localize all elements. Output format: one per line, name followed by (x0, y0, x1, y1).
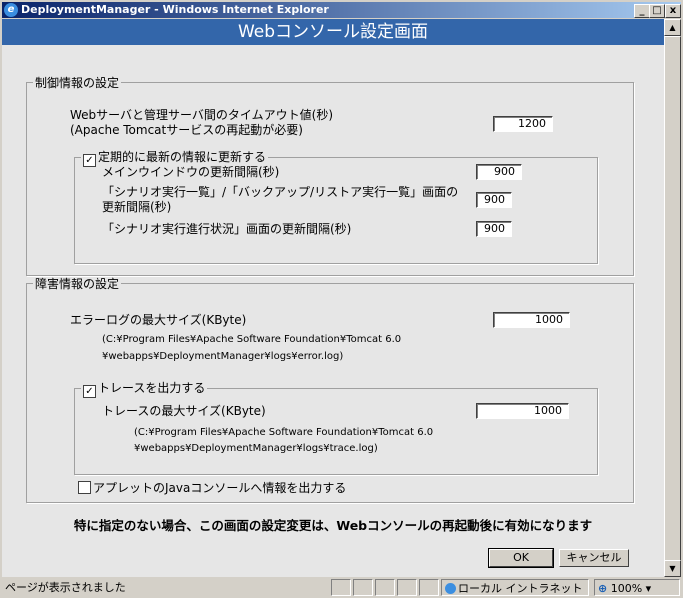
main-window-interval-label: メインウインドウの更新間隔(秒) (102, 165, 280, 179)
title-bar[interactable]: e DeploymentManager - Windows Internet E… (2, 2, 681, 18)
status-panel-4 (397, 579, 417, 596)
browser-window: e DeploymentManager - Windows Internet E… (0, 0, 683, 598)
errorlog-path-line2: ¥webapps¥DeploymentManager¥logs¥error.lo… (102, 351, 344, 362)
trace-path-line1: (C:¥Program Files¥Apache Software Founda… (134, 427, 434, 438)
scenario-progress-interval-label: 「シナリオ実行進行状況」画面の更新間隔(秒) (102, 222, 352, 236)
trace-size-label: トレースの最大サイズ(KByte) (102, 404, 266, 418)
status-panel-1 (331, 579, 351, 596)
scenario-list-interval-input[interactable] (476, 192, 512, 208)
scenario-progress-interval-input[interactable] (476, 221, 512, 237)
zoom-level: 100% (610, 582, 643, 595)
cancel-button[interactable]: キャンセル (559, 549, 629, 567)
trace-checkbox[interactable]: ✓ (83, 385, 96, 398)
timeout-input[interactable] (493, 116, 553, 132)
vertical-scrollbar[interactable]: ▲ ▼ (664, 19, 681, 577)
scenario-list-interval-label-2: 更新間隔(秒) (102, 200, 172, 214)
status-panel-5 (419, 579, 439, 596)
status-panel-3 (375, 579, 395, 596)
zoom-icon: ⊕ (598, 582, 608, 595)
applet-console-option[interactable]: アプレットのJavaコンソールへ情報を出力する (78, 481, 346, 495)
zoom-dropdown-icon[interactable]: ▾ (646, 582, 652, 595)
errorlog-path-line1: (C:¥Program Files¥Apache Software Founda… (102, 334, 402, 345)
security-zone[interactable]: ローカル イントラネット (441, 579, 589, 596)
trace-path-line2: ¥webapps¥DeploymentManager¥logs¥trace.lo… (134, 443, 378, 454)
internet-explorer-icon: e (4, 3, 18, 17)
scenario-list-interval-label: 「シナリオ実行一覧」/「バックアップ/リストア実行一覧」画面の (102, 185, 459, 199)
scroll-up-button[interactable]: ▲ (664, 19, 681, 36)
minimize-button[interactable]: _ (634, 4, 650, 18)
applet-console-checkbox[interactable] (78, 481, 91, 494)
timeout-label: Webサーバと管理サーバ間のタイムアウト値(秒) (70, 108, 334, 122)
timeout-note: (Apache Tomcatサービスの再起動が必要) (70, 123, 303, 137)
ok-button[interactable]: OK (488, 548, 554, 568)
refresh-checkbox[interactable]: ✓ (83, 154, 96, 167)
control-settings-legend: 制御情報の設定 (35, 76, 120, 90)
page-header: Webコンソール設定画面 (2, 19, 664, 45)
errorlog-size-label: エラーログの最大サイズ(KByte) (70, 313, 247, 327)
status-bar: ページが表示されました ローカル イントラネット ⊕ 100% ▾ (0, 578, 683, 598)
trace-size-input[interactable] (476, 403, 569, 419)
security-zone-label: ローカル イントラネット (458, 582, 583, 595)
status-panel-2 (353, 579, 373, 596)
applet-console-label: アプレットのJavaコンソールへ情報を出力する (93, 481, 347, 495)
page-content: Webコンソール設定画面 制御情報の設定 Webサーバと管理サーバ間のタイムアウ… (2, 19, 664, 577)
scroll-thumb[interactable] (664, 36, 681, 561)
close-button[interactable]: x (665, 4, 681, 18)
trace-legend: ✓ トレースを出力する (81, 379, 207, 398)
maximize-button[interactable]: □ (649, 4, 665, 18)
trace-label: トレースを出力する (98, 381, 206, 395)
zoom-control[interactable]: ⊕ 100% ▾ (594, 579, 680, 596)
refresh-label: 定期的に最新の情報に更新する (98, 150, 267, 164)
fault-settings-legend: 障害情報の設定 (35, 277, 120, 291)
errorlog-size-input[interactable] (493, 312, 570, 328)
main-window-interval-input[interactable] (476, 164, 522, 180)
intranet-zone-icon (445, 583, 456, 594)
restart-notice: 特に指定のない場合、この画面の設定変更は、Webコンソールの再起動後に有効になり… (73, 518, 593, 533)
window-title: DeploymentManager - Windows Internet Exp… (21, 3, 329, 16)
scroll-down-button[interactable]: ▼ (664, 560, 681, 577)
status-text: ページが表示されました (5, 581, 126, 594)
